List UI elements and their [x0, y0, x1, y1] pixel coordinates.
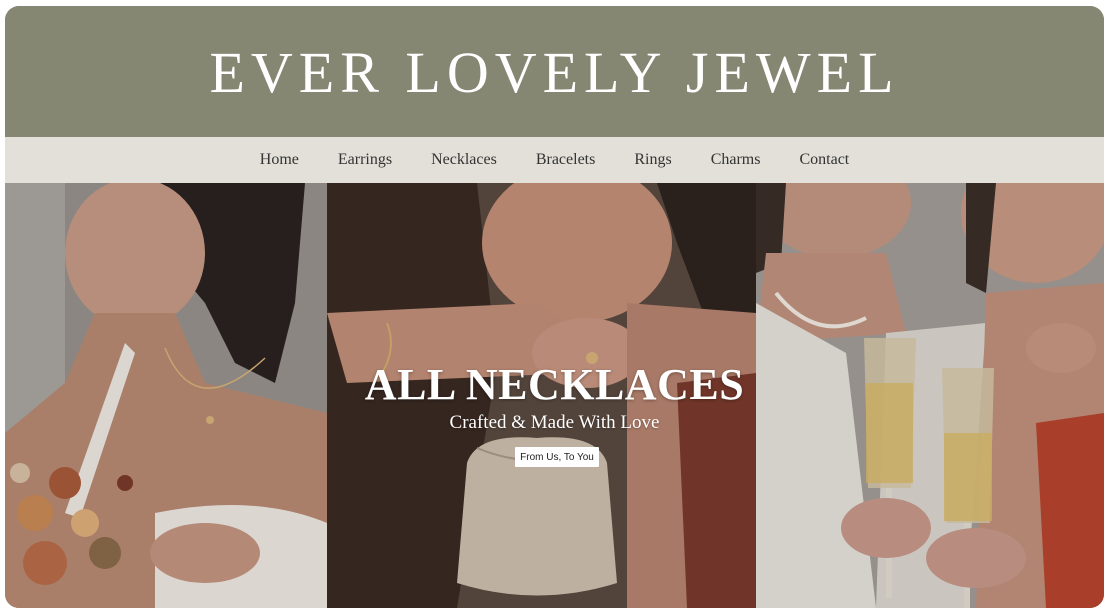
main-nav: Home Earrings Necklaces Bracelets Rings …	[5, 137, 1104, 183]
site-header: EVER LOVELY JEWEL	[5, 6, 1104, 137]
nav-item-bracelets[interactable]: Bracelets	[536, 151, 596, 169]
nav-item-home[interactable]: Home	[260, 151, 299, 169]
hero-text-block: ALL NECKLACES Crafted & Made With Love F…	[5, 183, 1104, 608]
nav-item-rings[interactable]: Rings	[634, 151, 671, 169]
nav-item-contact[interactable]: Contact	[799, 151, 849, 169]
hero-title: ALL NECKLACES	[364, 360, 745, 409]
nav-item-earrings[interactable]: Earrings	[338, 151, 392, 169]
nav-item-charms[interactable]: Charms	[711, 151, 761, 169]
page-frame: EVER LOVELY JEWEL Home Earrings Necklace…	[5, 6, 1104, 608]
nav-item-necklaces[interactable]: Necklaces	[431, 151, 497, 169]
hero-banner: ALL NECKLACES Crafted & Made With Love F…	[5, 183, 1104, 608]
hero-subtitle: Crafted & Made With Love	[449, 412, 660, 433]
brand-logo-text[interactable]: EVER LOVELY JEWEL	[209, 37, 899, 106]
from-us-to-you-button[interactable]: From Us, To You	[515, 447, 599, 467]
